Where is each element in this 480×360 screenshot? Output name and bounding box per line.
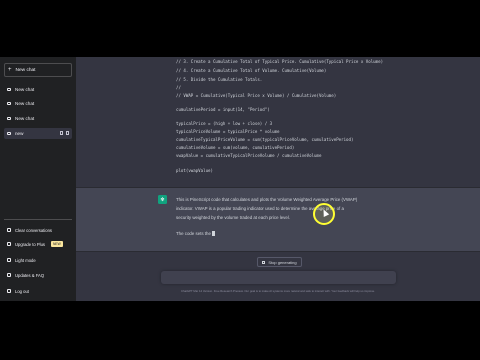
chat-item-actions xyxy=(60,131,69,135)
new-chat-label: New chat xyxy=(15,67,36,73)
code-block: // 3. Create a Cumulative Total of Typic… xyxy=(76,57,480,187)
code-line: typicalPrice = (high + low + close) / 3 xyxy=(176,121,273,126)
chat-bubble-icon xyxy=(7,131,11,136)
typing-cursor xyxy=(211,231,215,237)
footer-disclaimer: ChatGPT Mar 14 Version. Free Research Pr… xyxy=(181,289,375,293)
upgrade-plus-label: Upgrade to Plus xyxy=(15,241,46,247)
code-line: typicalPriceVolume = typicalPrice * volu… xyxy=(176,129,280,134)
sidebar-chat-label: new xyxy=(15,131,24,136)
clear-conversations-button[interactable]: Clear conversations xyxy=(4,225,72,235)
code-line: // VWAP = Cumulative(Typical Price x Vol… xyxy=(176,93,337,98)
new-chat-button[interactable]: + New chat xyxy=(4,63,72,77)
user-icon xyxy=(7,242,11,246)
code-line: // 4. Create a Cumulative Total of Volum… xyxy=(176,68,327,73)
sidebar: + New chat New chat New chat New chat ne… xyxy=(0,57,76,301)
answer-typing-line: The code sets the xyxy=(176,229,416,238)
code-line: // 3. Create a Cumulative Total of Typic… xyxy=(176,59,384,64)
light-mode-label: Light mode xyxy=(15,257,36,263)
openai-logo-icon: ✻ xyxy=(158,195,167,204)
chat-bubble-icon xyxy=(7,116,11,121)
code-line: // xyxy=(176,85,181,90)
log-out-button[interactable]: Log out xyxy=(4,286,72,296)
answer-line: indicator. VWAP is a popular trading ind… xyxy=(176,206,344,211)
edit-icon[interactable] xyxy=(60,131,63,135)
answer-line: security weighted by the volume traded a… xyxy=(176,215,290,220)
updates-faq-link[interactable]: Updates & FAQ xyxy=(4,270,72,280)
prompt-input[interactable] xyxy=(161,271,396,284)
sidebar-chat-label: New chat xyxy=(15,87,35,92)
chat-app: + New chat New chat New chat New chat ne… xyxy=(0,57,480,301)
trash-icon[interactable] xyxy=(66,131,69,135)
sidebar-chat-item[interactable]: New chat xyxy=(4,113,72,124)
external-link-icon xyxy=(7,273,11,277)
answer-line: This is PineScript code that calculates … xyxy=(176,197,358,202)
code-line: cumulativePeriod = input(14, "Period") xyxy=(176,107,270,112)
sidebar-chat-label: New chat xyxy=(15,101,35,106)
log-out-label: Log out xyxy=(15,288,29,294)
sun-icon xyxy=(7,258,11,262)
code-line: cumulativeTypicalPriceVolume = sum(typic… xyxy=(176,137,354,142)
code-line: // 5. Divide the Cumulative Totals. xyxy=(176,77,263,82)
code-line: vwapValue = cumulativeTypicalPriceVolume… xyxy=(176,153,322,158)
chat-main: // 3. Create a Cumulative Total of Typic… xyxy=(76,57,480,301)
updates-faq-label: Updates & FAQ xyxy=(15,272,45,278)
stop-icon xyxy=(262,260,266,264)
sidebar-chat-item[interactable]: New chat xyxy=(4,84,72,95)
new-badge: NEW xyxy=(51,241,63,247)
light-mode-button[interactable]: Light mode xyxy=(4,255,72,265)
clear-conversations-label: Clear conversations xyxy=(15,227,53,233)
plus-icon: + xyxy=(8,67,12,73)
chat-bubble-icon xyxy=(7,101,11,106)
sidebar-divider xyxy=(4,219,72,220)
sidebar-chat-label: New chat xyxy=(15,116,35,121)
trash-icon xyxy=(7,228,11,232)
chat-bubble-icon xyxy=(7,87,11,92)
assistant-message: ✻ This is PineScript code that calculate… xyxy=(76,187,480,252)
upgrade-plus-button[interactable]: Upgrade to Plus NEW xyxy=(4,239,72,249)
code-line: cumulativeVolume = sum(volume, cumulativ… xyxy=(176,145,295,150)
stop-generating-label: Stop generating xyxy=(268,259,297,265)
code-line: plot(vwapValue) xyxy=(176,168,213,173)
sidebar-chat-item-active[interactable]: new xyxy=(4,128,72,139)
logout-icon xyxy=(7,289,11,293)
sidebar-chat-item[interactable]: New chat xyxy=(4,98,72,109)
stop-generating-button[interactable]: Stop generating xyxy=(257,257,302,267)
answer-typing-text: The code sets the xyxy=(176,231,211,236)
